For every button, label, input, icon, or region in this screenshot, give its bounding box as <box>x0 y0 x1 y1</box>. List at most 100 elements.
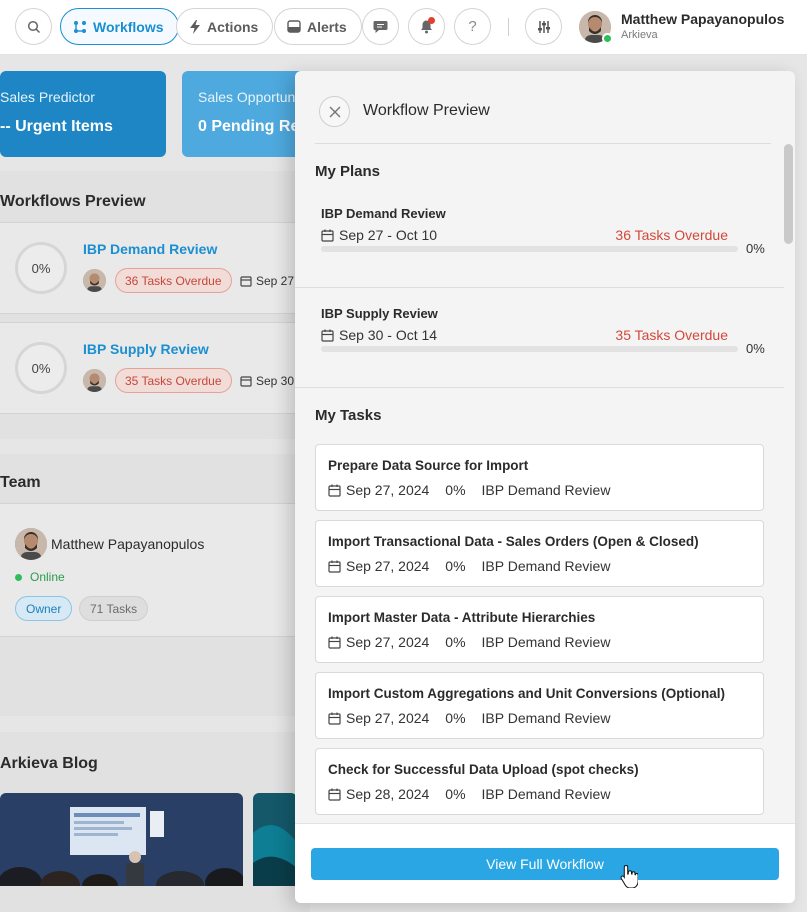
online-dot <box>15 573 22 581</box>
avatar <box>83 369 106 392</box>
workflow-row[interactable]: 0% IBP Supply Review 35 Tasks Overdue Se… <box>0 322 300 414</box>
task-date: Sep 27, 2024 <box>346 482 430 498</box>
plan-progress-percent: 0% <box>746 241 765 256</box>
workflow-icon <box>74 20 86 33</box>
plan-item[interactable]: IBP Supply Review Sep 30 - Oct 14 35 Tas… <box>295 288 784 388</box>
question-icon: ? <box>468 18 477 35</box>
avatar <box>15 528 47 560</box>
kpi-sales-opportunities[interactable]: Sales Opportun 0 Pending Re <box>182 71 312 157</box>
task-plan: IBP Demand Review <box>481 634 611 650</box>
plan-dates: Sep 27 - Oct 10 <box>321 227 437 243</box>
notifications-button[interactable] <box>408 8 445 45</box>
search-button[interactable] <box>15 8 52 45</box>
task-date: Sep 27, 2024 <box>346 558 430 574</box>
inbox-icon <box>287 20 301 33</box>
task-date: Sep 27, 2024 <box>346 634 430 650</box>
task-progress: 0% <box>445 558 466 574</box>
actions-tab-label: Actions <box>207 18 259 35</box>
workflow-name[interactable]: IBP Supply Review <box>83 341 209 357</box>
header-divider <box>315 143 771 144</box>
tasks-count-badge: 71 Tasks <box>79 596 149 621</box>
overdue-badge: 35 Tasks Overdue <box>115 368 232 393</box>
plan-item[interactable]: IBP Demand Review Sep 27 - Oct 10 36 Tas… <box>295 188 784 288</box>
user-org: Arkieva <box>621 29 658 41</box>
calendar-icon <box>321 229 334 242</box>
blog-post-image[interactable] <box>0 793 243 886</box>
lightning-icon <box>190 19 200 34</box>
task-name: Prepare Data Source for Import <box>328 458 529 473</box>
task-card[interactable]: Import Transactional Data - Sales Orders… <box>315 520 764 587</box>
plan-progress-bar <box>321 246 738 252</box>
calendar-icon <box>240 376 252 387</box>
task-progress: 0% <box>445 482 466 498</box>
my-plans-title: My Plans <box>315 163 381 180</box>
messages-button[interactable] <box>362 8 399 45</box>
online-status-dot <box>602 33 613 44</box>
calendar-icon <box>328 636 341 649</box>
task-card[interactable]: Import Master Data - Attribute Hierarchi… <box>315 596 764 663</box>
calendar-icon <box>321 329 334 342</box>
team-member-card[interactable]: Matthew Papayanopulos Online Owner 71 Ta… <box>0 503 300 637</box>
hand-cursor-icon <box>620 864 638 888</box>
sliders-icon <box>537 20 550 33</box>
kpi-sales-predictor[interactable]: Sales Predictor -- Urgent Items <box>0 71 166 157</box>
plan-progress-bar <box>321 346 738 352</box>
team-member-name: Matthew Papayanopulos <box>51 536 205 552</box>
task-plan: IBP Demand Review <box>481 558 611 574</box>
calendar-icon <box>328 712 341 725</box>
alerts-tab[interactable]: Alerts <box>274 8 362 45</box>
task-card[interactable]: Prepare Data Source for Import Sep 27, 2… <box>315 444 764 511</box>
task-meta: Sep 28, 2024 0% IBP Demand Review <box>328 786 610 802</box>
top-bar: Workflows Actions Alerts ? Matthew Papay… <box>0 0 807 55</box>
view-full-workflow-button[interactable]: View Full Workflow <box>311 848 779 880</box>
close-button[interactable] <box>319 96 350 127</box>
panel-scrollbar[interactable] <box>784 144 793 244</box>
plan-overdue-count: 36 Tasks Overdue <box>615 227 728 243</box>
calendar-icon <box>328 484 341 497</box>
workflow-name[interactable]: IBP Demand Review <box>83 241 217 257</box>
settings-button[interactable] <box>525 8 562 45</box>
workflows-tab-label: Workflows <box>93 18 164 35</box>
role-badge: Owner <box>15 596 73 621</box>
workflows-tab[interactable]: Workflows <box>60 8 179 45</box>
task-plan: IBP Demand Review <box>481 710 611 726</box>
task-name: Import Master Data - Attribute Hierarchi… <box>328 610 596 625</box>
help-button[interactable]: ? <box>454 8 491 45</box>
task-progress: 0% <box>445 634 466 650</box>
task-progress: 0% <box>445 710 466 726</box>
task-meta: Sep 27, 2024 0% IBP Demand Review <box>328 482 610 498</box>
panel-header: Workflow Preview <box>295 71 795 144</box>
toolbar-divider <box>508 18 509 36</box>
kpi-title: Sales Predictor <box>0 89 95 105</box>
team-member-status: Online <box>15 570 65 584</box>
blog-post-image[interactable] <box>253 793 297 886</box>
task-meta: Sep 27, 2024 0% IBP Demand Review <box>328 634 610 650</box>
calendar-icon <box>328 560 341 573</box>
blog-title: Arkieva Blog <box>0 755 98 772</box>
task-name: Import Transactional Data - Sales Orders… <box>328 534 699 549</box>
task-card[interactable]: Check for Successful Data Upload (spot c… <box>315 748 764 815</box>
calendar-icon <box>240 276 252 287</box>
my-tasks-title: My Tasks <box>315 407 382 424</box>
workflows-preview-title: Workflows Preview <box>0 193 146 210</box>
actions-tab[interactable]: Actions <box>176 8 274 45</box>
plan-progress-percent: 0% <box>746 341 765 356</box>
task-meta: Sep 27, 2024 0% IBP Demand Review <box>328 710 610 726</box>
team-title: Team <box>0 474 41 491</box>
task-name: Check for Successful Data Upload (spot c… <box>328 762 639 777</box>
close-icon <box>329 106 340 117</box>
workflow-date: Sep 27 <box>240 274 294 288</box>
progress-ring: 0% <box>15 242 67 294</box>
notification-badge <box>428 17 435 24</box>
plan-dates: Sep 30 - Oct 14 <box>321 327 437 343</box>
task-date: Sep 27, 2024 <box>346 710 430 726</box>
search-icon <box>27 20 40 33</box>
task-meta: Sep 27, 2024 0% IBP Demand Review <box>328 558 610 574</box>
workflow-row[interactable]: 0% IBP Demand Review 36 Tasks Overdue Se… <box>0 222 300 314</box>
task-name: Import Custom Aggregations and Unit Conv… <box>328 686 726 701</box>
task-plan: IBP Demand Review <box>481 482 611 498</box>
workflow-date: Sep 30 <box>240 374 294 388</box>
task-card[interactable]: Import Custom Aggregations and Unit Conv… <box>315 672 764 739</box>
avatar <box>83 269 106 292</box>
panel-footer: View Full Workflow <box>295 823 795 903</box>
